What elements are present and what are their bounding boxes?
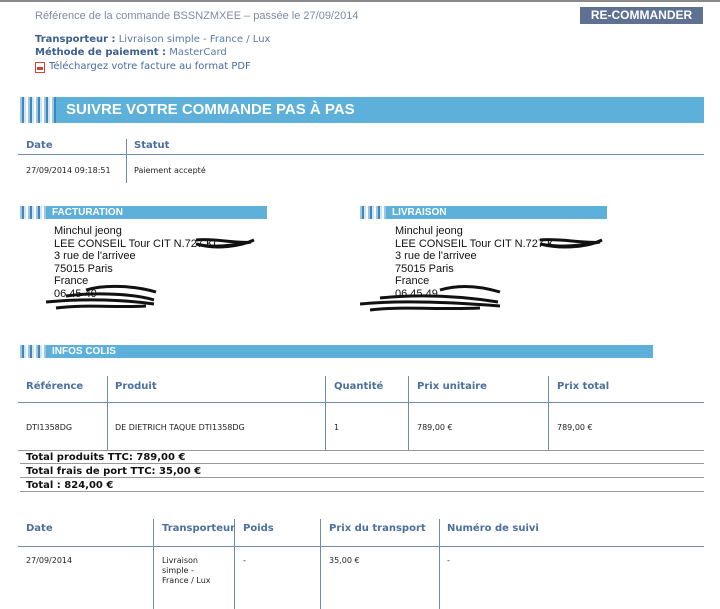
delivery-col-weight: Poids (243, 523, 274, 534)
delivery-col-divider-4 (439, 519, 440, 609)
package-header-divider (18, 402, 704, 403)
stripes-decoration (18, 97, 56, 123)
invoice-download-link[interactable]: Téléchargez votre facture au format PDF (49, 61, 251, 72)
package-header: INFOS COLIS (18, 345, 653, 358)
order-reference: Référence de la commande BSSNZMXEE – pas… (35, 10, 359, 22)
billing-title: FACTURATION (52, 207, 123, 218)
recommand-button[interactable]: RE-COMMANDER (580, 7, 703, 24)
delivery-col-date: Date (26, 523, 53, 534)
package-col-product: Produit (115, 381, 157, 392)
payment-label: Méthode de paiement : (35, 47, 167, 58)
package-row-product: DE DIETRICH TAQUE DTI1358DG (115, 423, 245, 432)
tracking-row-status: Paiement accepté (134, 166, 206, 175)
billing-header: FACTURATION (18, 206, 267, 219)
delivery-row-carrier-line: simple - (162, 566, 194, 575)
shipping-header: LIVRAISON (358, 206, 607, 219)
stripes-decoration (358, 206, 386, 219)
billing-redaction (46, 238, 255, 310)
carrier-value: Livraison simple - France / Lux (118, 34, 271, 45)
tracking-header-divider (18, 154, 704, 155)
delivery-row-carrier-line: France / Lux (162, 576, 211, 585)
grand-total: Total : 824,00 € (20, 479, 704, 492)
total-shipping: Total frais de port TTC: 35,00 € (20, 465, 704, 478)
delivery-col-divider-3 (320, 519, 321, 609)
tracking-section-header: SUIVRE VOTRE COMMANDE PAS À PAS (18, 97, 704, 123)
tracking-col-date: Date (26, 140, 53, 151)
delivery-row-carrier-line: Livraison (162, 556, 198, 565)
payment-value: MasterCard (169, 47, 227, 58)
delivery-header-divider (18, 546, 704, 547)
pdf-icon[interactable] (35, 62, 45, 73)
delivery-col-carrier: Transporteur (162, 523, 236, 534)
package-col-divider-3 (408, 376, 409, 450)
delivery-row-carrier: Livraison simple - France / Lux (162, 556, 211, 586)
stripes-decoration (18, 206, 46, 219)
package-row-reference: DTI1358DG (26, 423, 73, 432)
package-col-quantity: Quantité (334, 381, 384, 392)
total-products: Total produits TTC: 789,00 € (20, 451, 704, 464)
package-row-unit-price: 789,00 € (417, 423, 453, 432)
tracking-title: SUIVRE VOTRE COMMANDE PAS À PAS (66, 101, 355, 118)
package-row-quantity: 1 (334, 423, 340, 432)
carrier-info: Transporteur : Livraison simple - France… (35, 34, 270, 45)
carrier-label: Transporteur : (35, 34, 116, 45)
package-col-unit-price: Prix unitaire (417, 381, 487, 392)
tracking-col-status: Statut (134, 140, 170, 151)
tracking-col-divider (126, 139, 127, 183)
delivery-row-shipping-price: 35,00 € (329, 556, 360, 565)
top-border (0, 0, 720, 2)
package-col-reference: Référence (26, 381, 84, 392)
package-col-divider-4 (548, 376, 549, 450)
delivery-row-weight: - (243, 556, 246, 565)
shipping-title: LIVRAISON (392, 207, 447, 218)
package-row-total-price: 789,00 € (557, 423, 593, 432)
delivery-row-tracking-number: - (447, 556, 450, 565)
delivery-row-date: 27/09/2014 (26, 556, 73, 565)
delivery-col-shipping-price: Prix du transport (329, 523, 426, 534)
package-col-divider-1 (107, 376, 108, 450)
delivery-col-divider-1 (153, 519, 154, 609)
tracking-row-date: 27/09/2014 09:18:51 (26, 166, 111, 175)
delivery-col-tracking-number: Numéro de suivi (447, 523, 539, 534)
payment-info: Méthode de paiement : MasterCard (35, 47, 227, 58)
package-col-divider-2 (325, 376, 326, 450)
package-col-total-price: Prix total (557, 381, 610, 392)
stripes-decoration (18, 345, 46, 358)
shipping-redaction (360, 238, 603, 312)
package-title: INFOS COLIS (52, 346, 116, 357)
